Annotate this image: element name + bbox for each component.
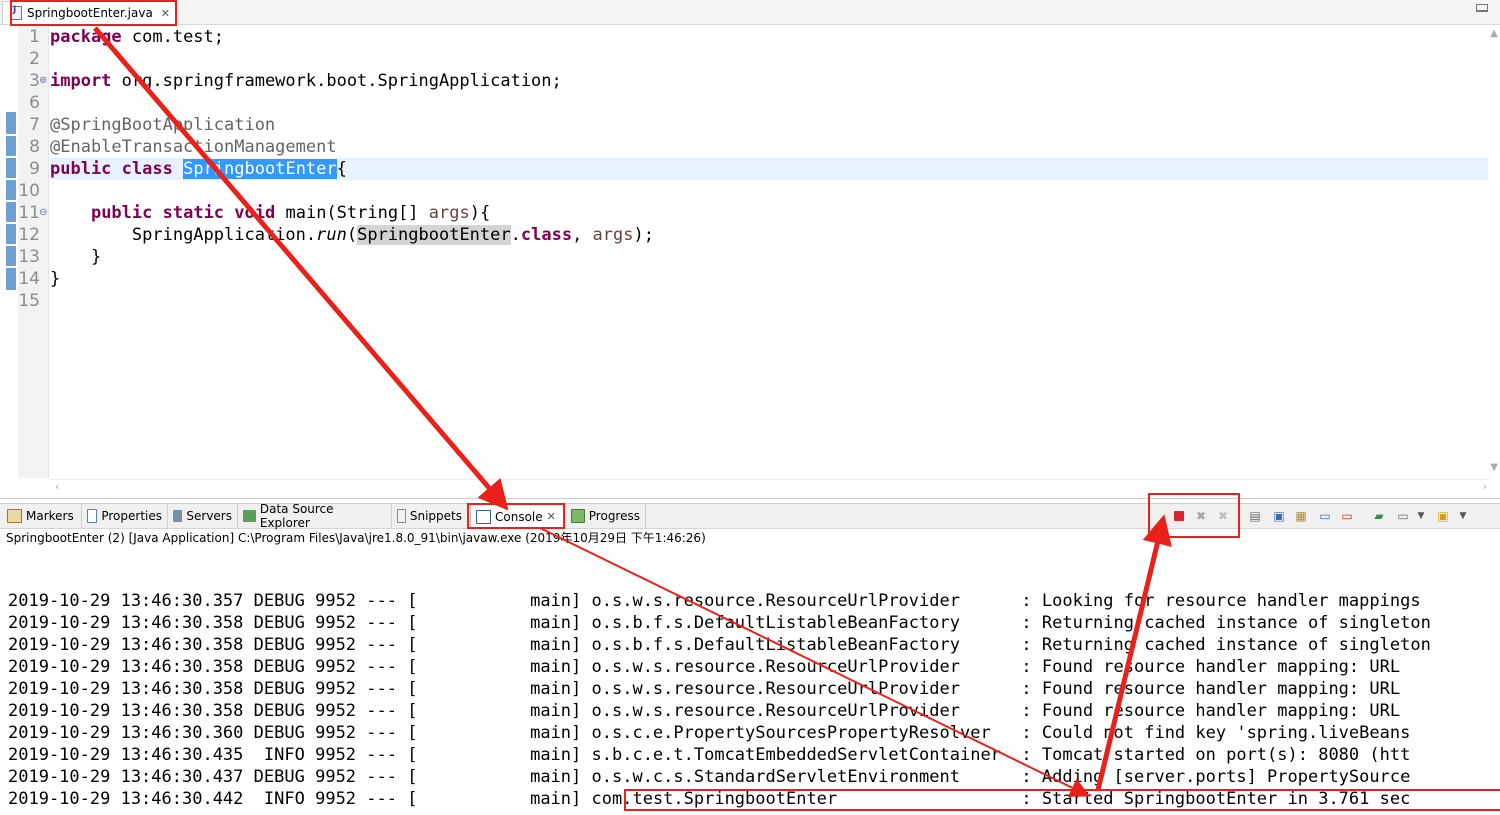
code-line-1: package com.test; — [50, 27, 225, 47]
minimize-icon[interactable] — [1476, 4, 1488, 12]
line-number: 7 — [29, 115, 40, 135]
word-wrap-icon[interactable]: ▦ — [1294, 509, 1308, 523]
tab-label: Console — [495, 509, 543, 524]
java-file-icon — [11, 5, 22, 20]
selected-class-name: SpringbootEnter — [183, 159, 337, 179]
servers-icon — [173, 510, 183, 522]
code-line-3: import org.springframework.boot.SpringAp… — [50, 71, 562, 91]
line-number: 6 — [29, 93, 40, 113]
properties-icon — [87, 509, 98, 523]
terminate-icon[interactable] — [1172, 509, 1186, 523]
console-line-started: 2019-10-29 13:46:30.442 INFO 9952 --- [ … — [8, 789, 1411, 809]
clear-console-icon[interactable]: ▤ — [1248, 509, 1262, 523]
line-number: 3 — [29, 71, 40, 91]
code-line-14: } — [50, 269, 61, 289]
java-editor[interactable]: SpringbootEnter.java ✕ 1 2 3 ⊕ 6 7 8 9 1… — [0, 0, 1500, 499]
remove-all-terminated-icon[interactable]: ✖ — [1216, 509, 1230, 523]
expand-fold-icon[interactable]: ⊕ — [39, 70, 47, 92]
tab-properties[interactable]: Properties — [82, 504, 168, 528]
display-console-icon[interactable]: ▭ — [1396, 509, 1410, 523]
horizontal-scrollbar[interactable]: ‹ › — [50, 479, 1490, 496]
data-source-icon — [243, 510, 256, 522]
line-number: 9 — [29, 159, 40, 179]
line-number: 14 — [18, 269, 40, 289]
scroll-down-icon[interactable]: ▼ — [1490, 462, 1498, 473]
code-line-12: SpringApplication.run(SpringbootEnter.cl… — [131, 225, 654, 245]
console-line: 2019-10-29 13:46:30.360 DEBUG 9952 --- [… — [8, 723, 1411, 743]
editor-tab-springbootenter[interactable]: SpringbootEnter.java ✕ — [2, 1, 178, 24]
line-number: 8 — [29, 137, 40, 157]
line-number: 10 — [18, 181, 40, 201]
line-number: 15 — [18, 291, 40, 311]
line-number: 11 — [18, 203, 40, 223]
collapse-fold-icon[interactable]: ⊖ — [39, 202, 47, 224]
tab-label: Markers — [26, 509, 74, 523]
console-line: 2019-10-29 13:46:30.435 INFO 9952 --- [ … — [8, 745, 1411, 765]
snippets-icon — [397, 509, 406, 523]
console-output[interactable]: 2019-10-29 13:46:30.357 DEBUG 9952 --- [… — [0, 548, 1500, 815]
change-ruler-bar — [6, 112, 16, 290]
scroll-up-icon[interactable]: ▲ — [1490, 28, 1498, 39]
line-number: 1 — [29, 27, 40, 47]
console-line: 2019-10-29 13:46:30.358 DEBUG 9952 --- [… — [8, 635, 1431, 655]
show-on-stderr-icon[interactable]: ▭ — [1340, 509, 1354, 523]
console-line: 2019-10-29 13:46:30.358 DEBUG 9952 --- [… — [8, 657, 1401, 677]
tab-label: Snippets — [409, 509, 462, 523]
console-line: 2019-10-29 13:46:30.358 DEBUG 9952 --- [… — [8, 613, 1431, 633]
chevron-down-icon[interactable]: ▼ — [1414, 509, 1428, 523]
close-icon[interactable]: ✕ — [547, 510, 556, 523]
line-number: 13 — [18, 247, 40, 267]
tab-label: Servers — [186, 509, 232, 523]
views-tab-bar: Markers Properties Servers Data Source E… — [0, 502, 1500, 530]
open-console-icon[interactable]: ▣ — [1436, 509, 1450, 523]
scroll-left-icon[interactable]: ‹ — [55, 480, 59, 493]
show-on-stdout-icon[interactable]: ▭ — [1318, 509, 1332, 523]
editor-tab-bar: SpringbootEnter.java ✕ — [0, 0, 1500, 25]
editor-tab-label: SpringbootEnter.java — [27, 6, 153, 20]
progress-icon — [571, 509, 585, 523]
tab-markers[interactable]: Markers — [2, 504, 82, 528]
close-icon[interactable]: ✕ — [161, 7, 170, 20]
line-number-ruler: 1 2 3 ⊕ 6 7 8 9 10 11 ⊖ 12 13 14 15 — [18, 26, 49, 478]
markers-icon — [7, 509, 22, 523]
code-line-7: @SpringBootApplication — [50, 115, 276, 135]
code-area[interactable]: package com.test; import org.springframe… — [50, 26, 1490, 478]
chevron-down-icon[interactable]: ▼ — [1456, 509, 1470, 523]
console-line: 2019-10-29 13:46:30.358 DEBUG 9952 --- [… — [8, 701, 1401, 721]
console-line: 2019-10-29 13:46:30.358 DEBUG 9952 --- [… — [8, 679, 1401, 699]
remove-launch-icon[interactable]: ✖ — [1194, 509, 1208, 523]
tab-label: Data Source Explorer — [259, 502, 334, 530]
console-line: 2019-10-29 13:46:30.437 DEBUG 9952 --- [… — [8, 767, 1411, 787]
code-line-13: } — [50, 247, 102, 267]
console-icon — [476, 509, 491, 524]
tab-label: Progress — [588, 509, 640, 523]
tab-console[interactable]: Console ✕ — [470, 504, 564, 528]
tab-servers[interactable]: Servers — [168, 504, 238, 528]
scroll-right-icon[interactable]: › — [1483, 480, 1487, 493]
code-line-9: public class SpringbootEnter{ — [50, 159, 347, 179]
code-line-11: public static void main(String[] args){ — [90, 203, 491, 223]
tab-snippets[interactable]: Snippets — [392, 504, 468, 528]
console-line: 2019-10-29 13:46:30.357 DEBUG 9952 --- [… — [8, 591, 1421, 611]
console-process-label: SpringbootEnter (2) [Java Application] C… — [6, 531, 706, 545]
line-number: 2 — [29, 49, 40, 69]
tab-label: Properties — [101, 509, 162, 523]
tab-progress[interactable]: Progress — [566, 504, 646, 528]
tab-data-source-explorer[interactable]: Data Source Explorer — [238, 502, 392, 530]
scroll-lock-icon[interactable]: ▣ — [1272, 509, 1286, 523]
pin-console-icon[interactable]: ▰ — [1372, 509, 1386, 523]
line-number: 12 — [18, 225, 40, 245]
code-line-8: @EnableTransactionManagement — [50, 137, 337, 157]
